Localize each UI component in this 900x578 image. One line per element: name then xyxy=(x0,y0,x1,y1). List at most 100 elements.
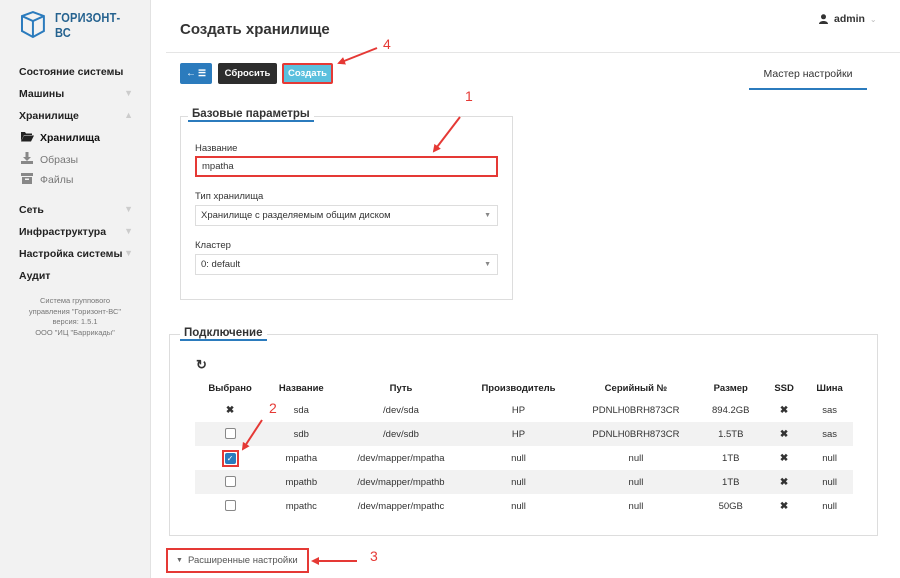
basic-params-legend: Базовые параметры xyxy=(188,108,314,122)
disk-bus: sas xyxy=(822,404,838,416)
disk-path: /dev/sdb xyxy=(337,422,465,446)
sidebar-item-label: Настройка системы xyxy=(19,248,123,260)
table-header-row: Выбрано Название Путь Производитель Сери… xyxy=(195,378,853,398)
create-button[interactable]: Создать xyxy=(282,63,333,84)
select-checkbox[interactable] xyxy=(224,428,236,440)
ssd-cell: ✖ xyxy=(762,446,806,470)
user-menu[interactable]: admin ⌄ xyxy=(819,13,877,25)
refresh-icon[interactable]: ↻ xyxy=(196,357,207,373)
sidebar-item-system-settings[interactable]: Настройка системы ▼ xyxy=(19,248,139,260)
close-icon: ✖ xyxy=(779,428,789,440)
arrow-left-icon: ← xyxy=(185,68,196,79)
ssd-cell: ✖ xyxy=(761,470,807,494)
sidebar-item-label: Хранилище xyxy=(19,110,79,122)
version-text: версия: 1.5.1 xyxy=(52,317,98,326)
disk-serial: PDNLH0BRH873CR xyxy=(572,422,700,446)
sidebar-item-machines[interactable]: Машины ▼ xyxy=(19,88,139,100)
disk-vendor: null xyxy=(511,452,526,464)
disk-path: /dev/sda xyxy=(383,404,419,416)
system-info: Система группового управления "Горизонт-… xyxy=(0,296,150,338)
back-to-list-button[interactable]: ← ☰ xyxy=(180,63,212,84)
advanced-settings-label: Расширенные настройки xyxy=(187,555,298,566)
column-header: Выбрано xyxy=(208,382,252,394)
disk-vendor: null xyxy=(464,470,573,494)
column-header: Шина xyxy=(816,382,843,394)
sidebar-item-network[interactable]: Сеть ▼ xyxy=(19,204,139,216)
user-icon xyxy=(819,14,828,24)
chevron-down-icon: ▼ xyxy=(124,204,133,214)
chevron-down-icon: ▼ xyxy=(124,88,133,98)
sidebar-item-storages[interactable]: Хранилища xyxy=(20,131,100,145)
disk-name: mpathc xyxy=(285,500,317,512)
connection-legend: Подключение xyxy=(180,327,267,341)
select-checkbox[interactable] xyxy=(224,476,236,488)
username: admin xyxy=(834,13,865,25)
sidebar-item-infrastructure[interactable]: Инфраструктура ▼ xyxy=(19,226,139,238)
sidebar-item-storage[interactable]: Хранилище ▲ xyxy=(19,110,139,122)
column-header: SSD xyxy=(774,382,794,394)
name-input[interactable] xyxy=(195,156,498,177)
reset-button[interactable]: Сбросить xyxy=(218,63,277,84)
close-icon: ✖ xyxy=(779,404,789,416)
table-row: mpathb /dev/mapper/mpathb null null 1TB … xyxy=(195,470,853,494)
disk-bus: null xyxy=(822,500,838,512)
column-header: Размер xyxy=(713,382,748,394)
annotation-number-2: 2 xyxy=(269,400,277,416)
column-header: Производитель xyxy=(481,382,556,394)
close-icon: ✖ xyxy=(779,452,789,464)
disk-bus: null xyxy=(822,452,838,464)
chevron-up-icon: ▲ xyxy=(124,110,133,120)
sidebar-item-files[interactable]: Файлы xyxy=(20,173,73,187)
list-icon: ☰ xyxy=(197,68,207,78)
system-info-line: управления "Горизонт-ВС" xyxy=(28,306,122,316)
sidebar-item-label: Образы xyxy=(40,153,79,166)
sidebar-item-system-status[interactable]: Состояние системы xyxy=(19,66,139,78)
storage-type-label: Тип хранилища xyxy=(195,191,264,202)
system-info-line: Система группового xyxy=(40,296,110,305)
disk-serial: PDNLH0BRH873CR xyxy=(592,404,680,416)
disk-size: 1TB xyxy=(699,470,762,494)
disk-name: mpathb xyxy=(265,470,338,494)
sidebar-item-images[interactable]: Образы xyxy=(20,152,78,167)
select-checkbox[interactable] xyxy=(224,500,236,512)
table-row: ✓ mpatha /dev/mapper/mpatha null null 1T… xyxy=(195,446,853,470)
close-icon: ✖ xyxy=(779,476,789,488)
column-header: Название xyxy=(278,382,324,394)
sidebar-item-label: Машины xyxy=(19,88,65,100)
disk-size: 1TB xyxy=(722,452,740,464)
selected-cell xyxy=(195,422,266,446)
tab-setup-wizard[interactable]: Мастер настройки xyxy=(749,68,867,90)
archive-icon xyxy=(20,173,34,187)
checkbox-highlight: ✓ xyxy=(221,449,239,467)
table-row: mpathc /dev/mapper/mpathc null null 50GB… xyxy=(195,494,853,518)
disk-serial: null xyxy=(628,500,644,512)
disk-size: 894.2GB xyxy=(712,404,750,416)
cluster-select[interactable]: 0: default xyxy=(195,254,498,275)
sidebar-item-label: Файлы xyxy=(40,174,74,186)
advanced-settings-toggle[interactable]: ▼ Расширенные настройки xyxy=(166,548,309,573)
disk-path: /dev/mapper/mpathb xyxy=(337,470,465,494)
disk-vendor: HP xyxy=(464,422,573,446)
sidebar-item-label: Сеть xyxy=(19,204,44,216)
chevron-down-icon: ▼ xyxy=(124,248,133,258)
annotation-number-3: 3 xyxy=(370,548,378,564)
disks-table: Выбрано Название Путь Производитель Сери… xyxy=(195,378,853,518)
disk-name: sdb xyxy=(265,422,338,446)
annotation-number-4: 4 xyxy=(383,36,391,52)
table-row: ✖ sda /dev/sda HP PDNLH0BRH873CR 894.2GB… xyxy=(195,398,853,422)
folder-open-icon xyxy=(20,131,34,145)
sidebar-item-audit[interactable]: Аудит xyxy=(19,270,139,282)
disk-path: /dev/mapper/mpathc xyxy=(357,500,445,512)
logo[interactable]: ГОРИЗОНТ-ВС xyxy=(19,10,150,40)
select-checkbox[interactable]: ✓ xyxy=(224,452,236,464)
storage-type-select[interactable]: Хранилище с разделяемым общим диском xyxy=(195,205,498,226)
ssd-cell: ✖ xyxy=(762,398,806,422)
page-title: Создать хранилище xyxy=(180,21,330,38)
header-divider xyxy=(166,52,900,53)
selected-cell: ✖ xyxy=(195,398,265,422)
disk-bus: null xyxy=(806,470,853,494)
sidebar: ГОРИЗОНТ-ВС Состояние системы Машины ▼ Хр… xyxy=(0,0,151,578)
cluster-label: Кластер xyxy=(195,240,231,251)
sidebar-item-label: Хранилища xyxy=(40,132,101,144)
selected-cell: ✓ xyxy=(195,446,265,470)
